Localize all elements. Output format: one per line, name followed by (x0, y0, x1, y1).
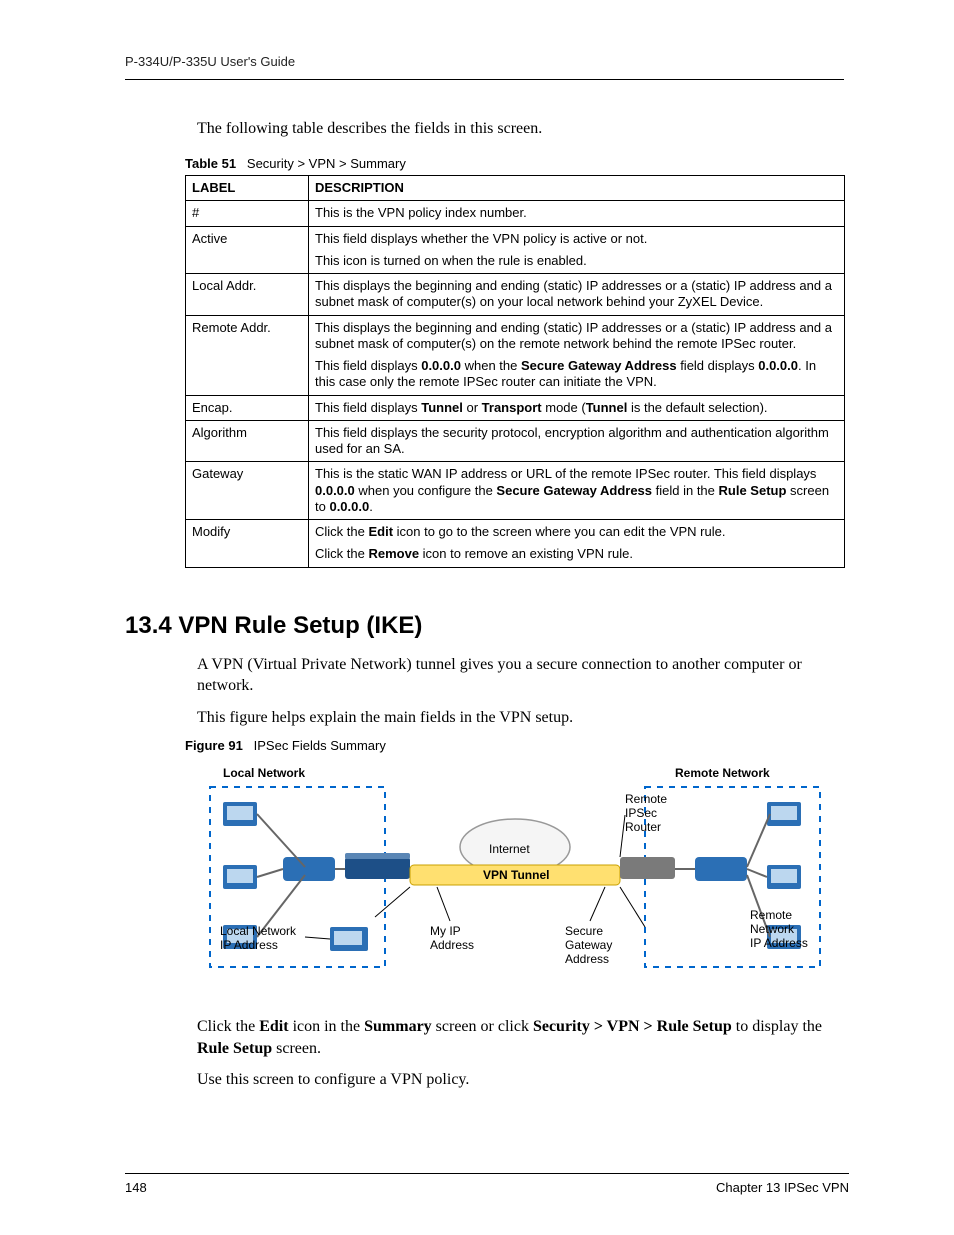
col-header-label: LABEL (186, 176, 309, 201)
intro-paragraph: The following table describes the fields… (197, 120, 844, 138)
row-label: Algorithm (186, 420, 309, 462)
figure-caption-label: Figure 91 (185, 738, 243, 753)
section-paragraph: This figure helps explain the main field… (197, 707, 844, 729)
row-description: This field displays the security protoco… (309, 420, 845, 462)
table-caption-text: Security > VPN > Summary (247, 156, 406, 171)
page-number: 148 (125, 1180, 147, 1195)
row-description: This field displays Tunnel or Transport … (309, 395, 845, 420)
row-label: Local Addr. (186, 274, 309, 316)
label-remote-ipsec-router-l1: Remote (625, 792, 667, 806)
label-local-network: Local Network (223, 766, 305, 780)
ipsec-diagram-svg: Local Network Remote Network Internet V (205, 757, 825, 997)
section-paragraph: A VPN (Virtual Private Network) tunnel g… (197, 654, 844, 697)
section-paragraph: Click the Edit icon in the Summary scree… (197, 1016, 844, 1059)
label-secure-gw-l2: Gateway (565, 938, 612, 952)
row-label: Active (186, 226, 309, 274)
row-description: This is the VPN policy index number. (309, 201, 845, 226)
running-header: P-334U/P-335U User's Guide (125, 54, 844, 80)
table-row: Encap.This field displays Tunnel or Tran… (186, 395, 845, 420)
row-description: Click the Edit icon to go to the screen … (309, 520, 845, 568)
section-paragraph: Use this screen to configure a VPN polic… (197, 1069, 844, 1091)
label-remote-net-ip-l2: Network (750, 922, 795, 936)
label-secure-gw-l3: Address (565, 952, 609, 966)
table-header-row: LABEL DESCRIPTION (186, 176, 845, 201)
page-footer: 148 Chapter 13 IPSec VPN (125, 1173, 849, 1195)
table-row: ModifyClick the Edit icon to go to the s… (186, 520, 845, 568)
label-remote-net-ip-l1: Remote (750, 908, 792, 922)
field-description-table: LABEL DESCRIPTION #This is the VPN polic… (185, 175, 845, 568)
page: P-334U/P-335U User's Guide The following… (0, 0, 954, 1235)
label-remote-ipsec-router-l3: Router (625, 820, 661, 834)
section-heading: 13.4 VPN Rule Setup (IKE) (125, 612, 844, 640)
label-remote-ipsec-router-l2: IPSec (625, 806, 657, 820)
label-remote-network: Remote Network (675, 766, 770, 780)
table-caption: Table 51 Security > VPN > Summary (185, 156, 844, 171)
figure-caption-text: IPSec Fields Summary (254, 738, 386, 753)
row-description: This displays the beginning and ending (… (309, 315, 845, 395)
col-header-description: DESCRIPTION (309, 176, 845, 201)
chapter-label: Chapter 13 IPSec VPN (716, 1180, 849, 1195)
row-label: Remote Addr. (186, 315, 309, 395)
table-row: Local Addr.This displays the beginning a… (186, 274, 845, 316)
label-secure-gw-l1: Secure (565, 924, 603, 938)
table-row: Remote Addr.This displays the beginning … (186, 315, 845, 395)
label-local-net-ip-l2: IP Address (220, 938, 278, 952)
figure-caption: Figure 91 IPSec Fields Summary (185, 738, 844, 753)
table-row: AlgorithmThis field displays the securit… (186, 420, 845, 462)
row-label: Encap. (186, 395, 309, 420)
label-my-ip-l1: My IP (430, 924, 461, 938)
table-row: #This is the VPN policy index number. (186, 201, 845, 226)
label-vpn-tunnel: VPN Tunnel (483, 868, 549, 882)
table-caption-label: Table 51 (185, 156, 236, 171)
label-my-ip-l2: Address (430, 938, 474, 952)
table-body: #This is the VPN policy index number.Act… (186, 201, 845, 567)
table-row: ActiveThis field displays whether the VP… (186, 226, 845, 274)
row-label: Gateway (186, 462, 309, 520)
row-description: This displays the beginning and ending (… (309, 274, 845, 316)
row-description: This is the static WAN IP address or URL… (309, 462, 845, 520)
label-local-net-ip-l1: Local Network (220, 924, 297, 938)
label-remote-net-ip-l3: IP Address (750, 936, 808, 950)
label-internet: Internet (489, 842, 530, 856)
table-row: GatewayThis is the static WAN IP address… (186, 462, 845, 520)
row-label: # (186, 201, 309, 226)
row-label: Modify (186, 520, 309, 568)
row-description: This field displays whether the VPN poli… (309, 226, 845, 274)
ipsec-figure: Local Network Remote Network Internet V (205, 757, 825, 1002)
